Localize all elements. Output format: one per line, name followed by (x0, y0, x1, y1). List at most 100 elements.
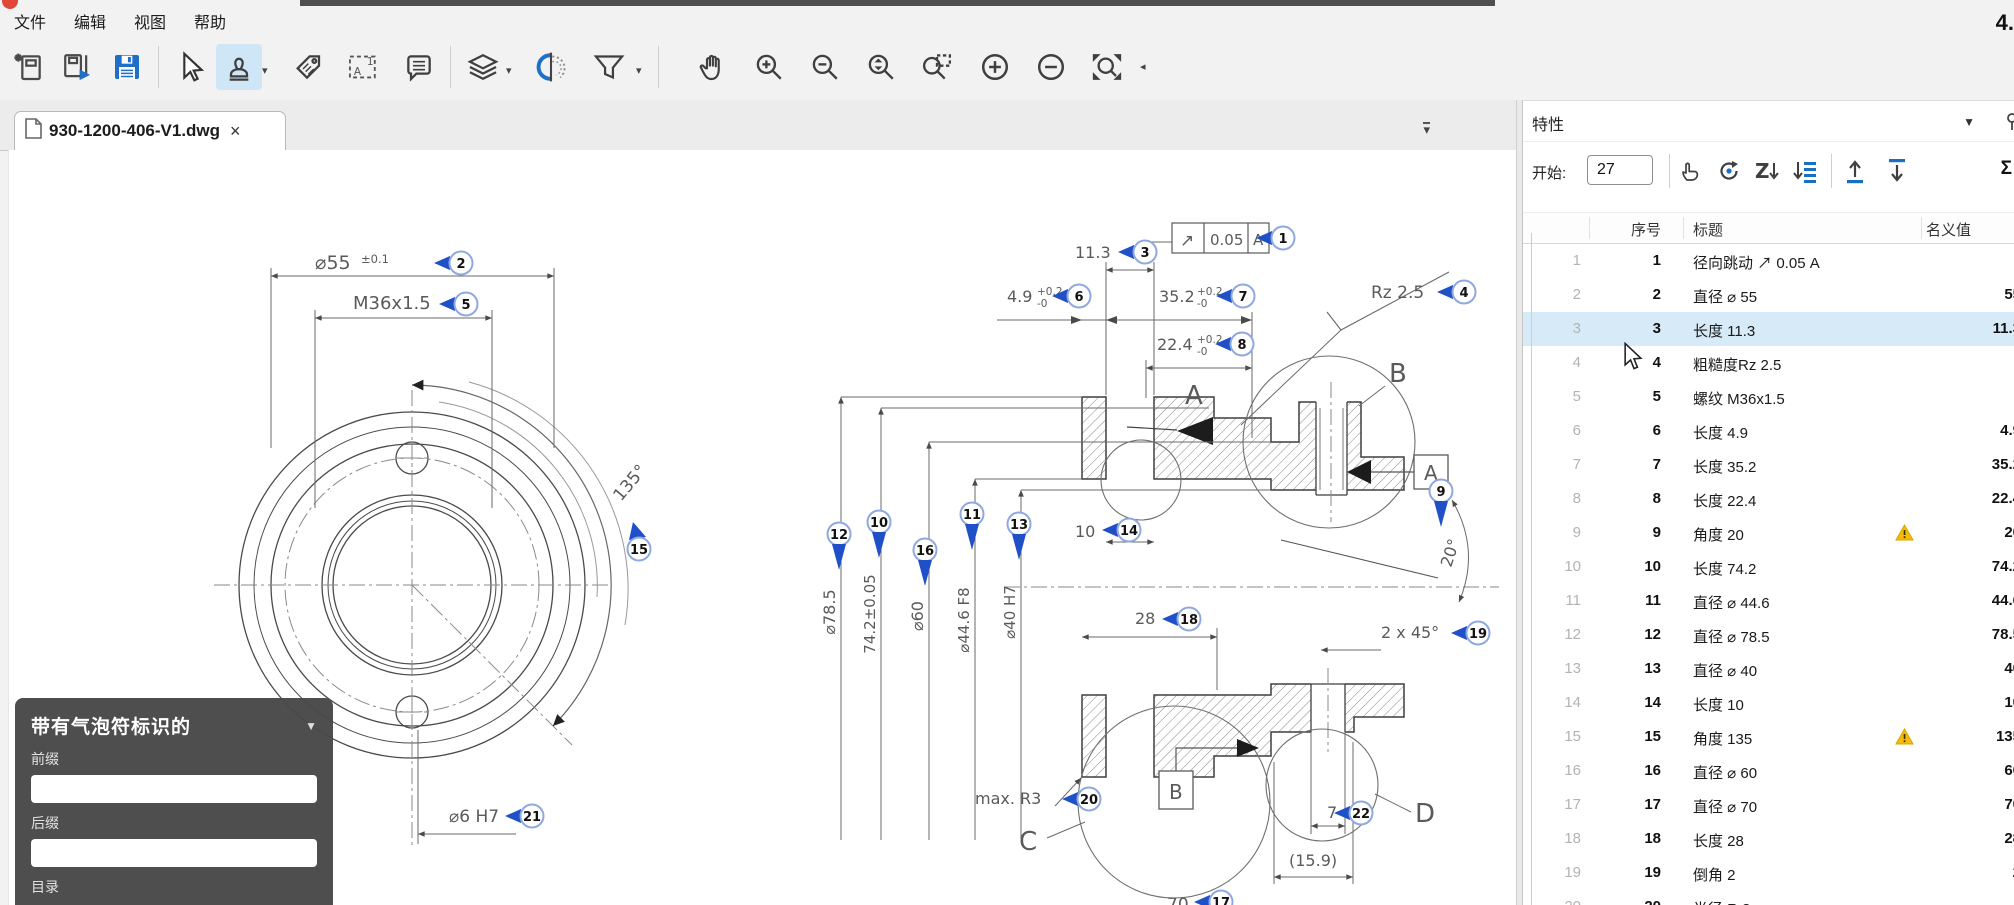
import-down-button[interactable] (1881, 155, 1913, 187)
table-row[interactable]: 13 13 直径 ⌀ 40 40 (1523, 652, 2014, 686)
pan-button[interactable] (690, 44, 736, 90)
balloon-11[interactable]: 11 (961, 503, 984, 551)
table-row[interactable]: 10 10 长度 74.2 74.2 (1523, 550, 2014, 584)
balloon-5[interactable]: 5 (439, 293, 478, 316)
balloon-4[interactable]: 4 (1437, 281, 1476, 304)
balloon-stamp-button[interactable] (216, 44, 262, 90)
column-nominal[interactable]: 名义值 (1926, 219, 1971, 240)
tab-close-icon[interactable]: × (230, 121, 241, 142)
table-row[interactable]: 2 2 直径 ⌀ 55 55 (1523, 278, 2014, 312)
zoom-out-button[interactable] (802, 44, 848, 90)
drawing-tab[interactable]: 930-1200-406-V1.dwg × (14, 111, 286, 150)
area-select-button[interactable]: 1A (340, 44, 386, 90)
balloon-2[interactable]: 2 (434, 252, 473, 275)
filter-dropdown-caret[interactable]: ▾ (636, 64, 642, 77)
balloon-21[interactable]: 21 (505, 805, 544, 828)
menu-help[interactable]: 帮助 (180, 9, 240, 33)
toolbar-separator (450, 46, 451, 88)
stamp-dropdown-caret[interactable]: ▾ (262, 64, 268, 77)
tab-list-icon[interactable]: ▾ (1423, 122, 1430, 134)
column-index[interactable]: 序号 (1581, 219, 1661, 240)
comment-button[interactable] (396, 44, 442, 90)
dim-maxr3: max. R3 (975, 789, 1041, 808)
drawing-canvas[interactable]: 135° ⌀55 ±0.1 M36x1.5 ⌀6 H7 (8, 150, 1517, 905)
table-row[interactable]: 1 1 径向跳动 ↗ 0.05 A (1523, 244, 2014, 278)
table-row[interactable]: 14 14 长度 10 10 (1523, 686, 2014, 720)
zoom-extents-button[interactable] (858, 44, 904, 90)
balloon-15[interactable]: 15 (628, 522, 651, 561)
row-number: 9 (1581, 524, 1661, 541)
table-row[interactable]: 7 7 长度 35.2 35.2 (1523, 448, 2014, 482)
table-row[interactable]: 6 6 长度 4.9 4.9 (1523, 414, 2014, 448)
table-row[interactable]: 12 12 直径 ⌀ 78.5 78.5 (1523, 618, 2014, 652)
row-nominal: 60 (1903, 762, 2014, 779)
row-number: 16 (1581, 762, 1661, 779)
increase-button[interactable] (972, 44, 1018, 90)
menu-file[interactable]: 文件 (0, 9, 60, 33)
panel-dropdown-caret[interactable]: ▼ (1963, 115, 1975, 129)
mirror-contrast-button[interactable] (528, 44, 574, 90)
suffix-input[interactable] (31, 839, 317, 867)
svg-text:13: 13 (1010, 518, 1028, 533)
new-document-button[interactable] (6, 44, 52, 90)
renumber-button[interactable] (1713, 155, 1745, 187)
catalog-label: 目录 (31, 877, 317, 897)
menu-view[interactable]: 视图 (120, 9, 180, 33)
filter-button[interactable] (586, 44, 632, 90)
sum-symbol[interactable]: Σ (2001, 158, 2012, 180)
balloon-3[interactable]: 3 (1118, 241, 1157, 264)
pick-button[interactable] (1675, 155, 1707, 187)
toolbar-collapse-caret[interactable]: ◂ (1140, 60, 1146, 73)
balloon-17[interactable]: 17 (1194, 891, 1233, 905)
zoom-in-button[interactable] (746, 44, 792, 90)
layers-dropdown-caret[interactable]: ▾ (506, 64, 512, 77)
sort-order-button[interactable]: Z (1751, 155, 1783, 187)
overlay-collapse-icon[interactable]: ▼ (305, 719, 317, 733)
table-row[interactable]: 3 3 长度 11.3 11.3 (1523, 312, 2014, 346)
menu-edit[interactable]: 编辑 (60, 9, 120, 33)
balloon-22[interactable]: 22 (1334, 802, 1373, 825)
table-row[interactable]: 9 9 角度 20 20 (1523, 516, 2014, 550)
table-row[interactable]: 20 20 半径 R 3 max. (1523, 890, 2014, 905)
select-cursor-button[interactable] (168, 44, 214, 90)
table-row[interactable]: 17 17 直径 ⌀ 70 70 (1523, 788, 2014, 822)
sort-list-button[interactable] (1789, 155, 1821, 187)
dim-rz: Rz 2.5 (1371, 283, 1424, 303)
table-row[interactable]: 4 4 粗糙度Rz 2.5 (1523, 346, 2014, 380)
start-number-input[interactable] (1587, 155, 1653, 185)
balloon-19[interactable]: 19 (1451, 622, 1490, 645)
menubar: 文件 编辑 视图 帮助 (0, 6, 2014, 36)
zoom-fit-button[interactable] (1084, 44, 1130, 90)
balloon-10[interactable]: 10 (868, 511, 891, 559)
table-row[interactable]: 16 16 直径 ⌀ 60 60 (1523, 754, 2014, 788)
prefix-input[interactable] (31, 775, 317, 803)
tag-button[interactable] (286, 44, 332, 90)
zoom-window-button[interactable] (914, 44, 960, 90)
table-row[interactable]: 18 18 长度 28 28 (1523, 822, 2014, 856)
table-row[interactable]: 5 5 螺纹 M36x1.5 (1523, 380, 2014, 414)
balloon-9[interactable]: 9 (1430, 480, 1453, 528)
column-title[interactable]: 标题 (1693, 219, 1723, 240)
balloon-16[interactable]: 16 (914, 539, 937, 587)
row-title: 粗糙度Rz 2.5 (1693, 354, 1781, 375)
open-document-button[interactable] (54, 44, 100, 90)
export-up-button[interactable] (1839, 155, 1871, 187)
layers-button[interactable] (460, 44, 506, 90)
row-title: 角度 20 (1693, 524, 1744, 545)
pin-icon[interactable] (2004, 111, 2014, 136)
save-button[interactable] (104, 44, 150, 90)
table-row[interactable]: 19 19 倒角 2 2 (1523, 856, 2014, 890)
balloon-12[interactable]: 12 (828, 523, 851, 571)
table-row[interactable]: 15 15 角度 135 135 (1523, 720, 2014, 754)
panel-title: 特性 (1532, 111, 1564, 135)
balloon-14[interactable]: 14 (1102, 519, 1141, 542)
balloon-13[interactable]: 13 (1008, 513, 1031, 561)
balloon-20[interactable]: 20 (1062, 788, 1101, 811)
row-title: 长度 11.3 (1693, 320, 1755, 341)
balloon-18[interactable]: 18 (1162, 608, 1201, 631)
row-nominal: 11.3 (1903, 320, 2014, 337)
table-row[interactable]: 8 8 长度 22.4 22.4 (1523, 482, 2014, 516)
zoom-in-icon (752, 50, 786, 84)
table-row[interactable]: 11 11 直径 ⌀ 44.6 44.6 (1523, 584, 2014, 618)
decrease-button[interactable] (1028, 44, 1074, 90)
